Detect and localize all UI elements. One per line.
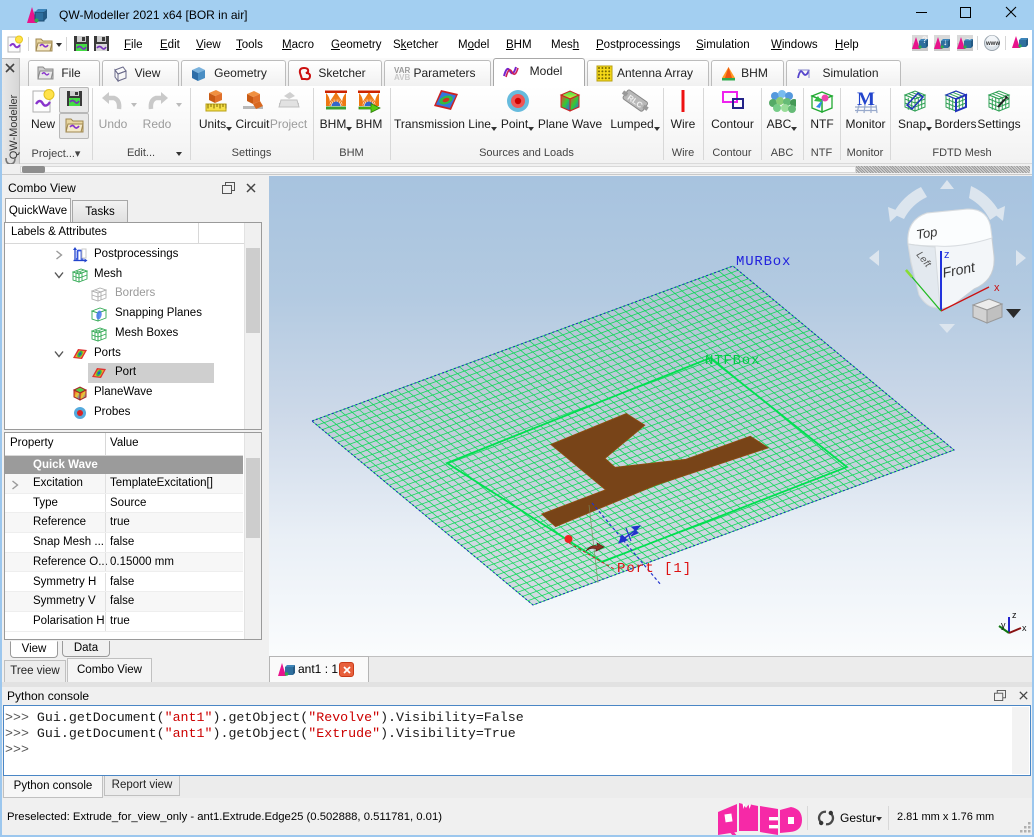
svg-text:www: www <box>985 41 1000 47</box>
svg-text:MURBox: MURBox <box>736 254 791 270</box>
svg-text:z: z <box>944 249 950 261</box>
svg-text:~: ~ <box>966 35 971 44</box>
svg-text:y: y <box>1001 620 1006 630</box>
svg-text:?: ? <box>922 35 927 45</box>
svg-text:NTFBox: NTFBox <box>705 353 760 369</box>
svg-text:↓: ↓ <box>943 37 948 47</box>
svg-text:z: z <box>1012 610 1017 620</box>
svg-text:x: x <box>994 282 1000 294</box>
svg-text:Port [1]: Port [1] <box>617 561 692 577</box>
svg-text:x: x <box>1022 623 1027 633</box>
